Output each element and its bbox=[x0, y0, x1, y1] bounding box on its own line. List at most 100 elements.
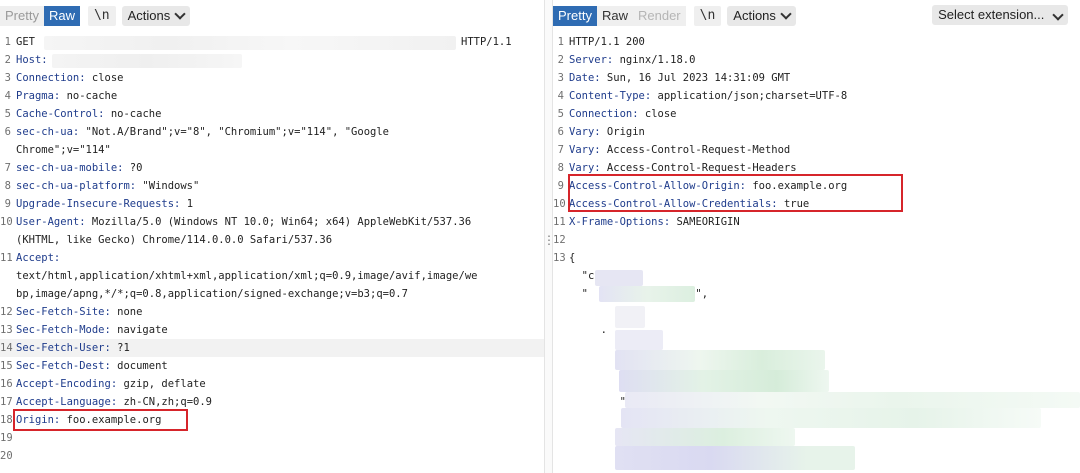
line-number: 6 bbox=[4, 126, 11, 138]
response-line-content: { bbox=[569, 249, 575, 267]
response-tab-pretty[interactable]: Pretty bbox=[553, 6, 597, 26]
header-name: sec-ch-ua-platform: bbox=[16, 180, 137, 192]
http-version: HTTP/1.1 bbox=[461, 36, 512, 48]
redacted-json-9 bbox=[615, 428, 795, 446]
line-text: bp,image/apng,*/*;q=0.8,application/sign… bbox=[16, 288, 408, 300]
response-line-content: Date: Sun, 16 Jul 2023 14:31:09 GMT bbox=[569, 69, 790, 87]
select-extension-label: Select extension... bbox=[938, 7, 1045, 22]
header-name: Upgrade-Insecure-Requests: bbox=[16, 198, 181, 210]
line-number: 15 bbox=[0, 360, 13, 372]
header-value: close bbox=[638, 108, 677, 120]
line-number: 16 bbox=[0, 378, 13, 390]
request-line: 11 Accept: bbox=[0, 249, 544, 267]
header-value: SAMEORIGIN bbox=[670, 216, 740, 228]
line-text: . bbox=[569, 324, 607, 336]
response-line: 6 Vary: Origin bbox=[553, 123, 1080, 141]
request-actions-button[interactable]: Actions bbox=[121, 6, 191, 26]
redacted-url bbox=[44, 36, 456, 50]
line-number: 17 bbox=[0, 396, 13, 408]
request-line-content: User-Agent: Mozilla/5.0 (Windows NT 10.0… bbox=[16, 213, 471, 231]
header-name: Cache-Control: bbox=[16, 108, 105, 120]
chevron-down-icon bbox=[1052, 9, 1064, 21]
line-number: 4 bbox=[557, 90, 564, 102]
header-name: Connection: bbox=[569, 108, 639, 120]
header-name: X-Frame-Options: bbox=[569, 216, 671, 228]
line-text: text/html,application/xhtml+xml,applicat… bbox=[16, 270, 478, 282]
response-tab-raw[interactable]: Raw bbox=[596, 6, 633, 26]
header-name: Host: bbox=[16, 54, 48, 66]
line-number: 9 bbox=[557, 180, 564, 192]
request-editor[interactable]: 1 GET HTTP/1.1 2 Host: 3 Connection: close 4 Pra… bbox=[0, 33, 544, 465]
request-line: bp,image/apng,*/*;q=0.8,application/sign… bbox=[0, 285, 544, 303]
response-line: 13{ bbox=[553, 249, 1080, 267]
line-number: 12 bbox=[0, 306, 13, 318]
redacted-json-5 bbox=[615, 350, 825, 370]
line-number: 8 bbox=[557, 162, 564, 174]
line-number: 2 bbox=[4, 54, 11, 66]
line-number: 13 bbox=[0, 324, 13, 336]
line-number: 5 bbox=[557, 108, 564, 120]
line-number: 12 bbox=[553, 234, 566, 246]
request-line: (KHTML, like Gecko) Chrome/114.0.0.0 Saf… bbox=[0, 231, 544, 249]
header-value: zh-CN,zh;q=0.9 bbox=[117, 396, 212, 408]
request-line-content: Cache-Control: no-cache bbox=[16, 105, 161, 123]
response-line-content: "c bbox=[569, 267, 595, 285]
request-line: 20 bbox=[0, 447, 544, 465]
header-value: "Windows" bbox=[136, 180, 200, 192]
response-line: 11 X-Frame-Options: SAMEORIGIN bbox=[553, 213, 1080, 231]
response-actions-label: Actions bbox=[733, 8, 776, 23]
line-text: { bbox=[569, 252, 576, 264]
line-text: (KHTML, like Gecko) Chrome/114.0.0.0 Saf… bbox=[16, 234, 333, 246]
response-line-content: HTTP/1.1 200 bbox=[569, 33, 645, 51]
request-tab-pretty[interactable]: Pretty bbox=[0, 6, 44, 26]
request-newline-toggle[interactable]: \n bbox=[87, 6, 116, 26]
response-newline-toggle[interactable]: \n bbox=[693, 6, 722, 26]
response-actions-button[interactable]: Actions bbox=[727, 6, 796, 26]
header-name: Pragma: bbox=[16, 90, 61, 102]
line-number: 11 bbox=[0, 252, 13, 264]
header-value: application/json;charset=UTF-8 bbox=[651, 90, 848, 102]
response-tab-render[interactable]: Render bbox=[632, 6, 686, 26]
request-line: 9 Upgrade-Insecure-Requests: 1 bbox=[0, 195, 544, 213]
response-line-content: Connection: close bbox=[569, 105, 676, 123]
request-line-content: Accept: bbox=[16, 249, 60, 267]
redacted-json-6 bbox=[619, 370, 829, 392]
request-line: 7 sec-ch-ua-mobile: ?0 bbox=[0, 159, 544, 177]
line-number: 2 bbox=[557, 54, 564, 66]
line-number: 9 bbox=[4, 198, 11, 210]
line-number: 7 bbox=[4, 162, 11, 174]
line-text: "d bbox=[569, 396, 633, 408]
select-extension-dropdown[interactable]: Select extension... bbox=[932, 5, 1068, 25]
request-line: 12 Sec-Fetch-Site: none bbox=[0, 303, 544, 321]
header-value: 1 bbox=[180, 198, 194, 210]
header-value: Mozilla/5.0 (Windows NT 10.0; Win64; x64… bbox=[85, 216, 472, 228]
request-tab-raw[interactable]: Raw bbox=[43, 6, 80, 26]
header-name: Sec-Fetch-Dest: bbox=[16, 360, 111, 372]
header-value: Sun, 16 Jul 2023 14:31:09 GMT bbox=[600, 72, 791, 84]
header-value: none bbox=[110, 306, 143, 318]
request-line: 3 Connection: close bbox=[0, 69, 544, 87]
response-view-tabs: Pretty Raw Render bbox=[553, 6, 686, 26]
header-name: Content-Type: bbox=[569, 90, 652, 102]
response-line-content: X-Frame-Options: SAMEORIGIN bbox=[569, 213, 740, 231]
redacted-json-8 bbox=[621, 408, 1041, 428]
request-line: 14 Sec-Fetch-User: ?1 bbox=[0, 339, 544, 357]
header-value: gzip, deflate bbox=[117, 378, 206, 390]
header-value: no-cache bbox=[104, 108, 162, 120]
line-number: 7 bbox=[557, 144, 564, 156]
header-value: no-cache bbox=[60, 90, 118, 102]
request-line: 19 bbox=[0, 429, 544, 447]
redacted-json-3 bbox=[615, 306, 645, 328]
header-name: Accept: bbox=[16, 252, 61, 264]
header-name: Accept-Encoding: bbox=[16, 378, 118, 390]
request-line: text/html,application/xhtml+xml,applicat… bbox=[0, 267, 544, 285]
header-name: User-Agent: bbox=[16, 216, 86, 228]
response-line: 5 Connection: close bbox=[553, 105, 1080, 123]
line-number: 10 bbox=[0, 216, 13, 228]
header-value: ?1 bbox=[110, 342, 130, 354]
line-number: 14 bbox=[0, 342, 13, 354]
request-line-content: Pragma: no-cache bbox=[16, 87, 117, 105]
header-name: Sec-Fetch-Site: bbox=[16, 306, 111, 318]
request-line-content: Connection: close bbox=[16, 69, 123, 87]
request-pane: Pretty Raw \n Actions 1 GET HTTP/1.1 2 Host:… bbox=[0, 0, 544, 473]
